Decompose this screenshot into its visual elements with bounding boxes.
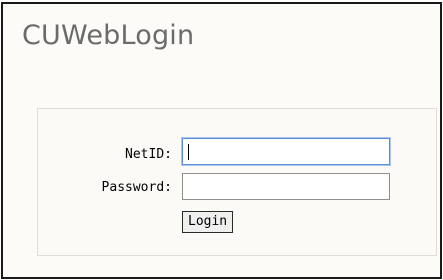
login-panel: NetID: Password: Login xyxy=(37,108,437,256)
app-title: CUWebLogin xyxy=(22,20,195,51)
password-label: Password: xyxy=(101,180,172,195)
netid-label: NetID: xyxy=(125,147,172,162)
login-button[interactable]: Login xyxy=(182,211,234,233)
netid-input[interactable] xyxy=(182,138,390,165)
text-caret xyxy=(188,144,189,160)
login-window: CUWebLogin NetID: Password: Login xyxy=(1,2,442,279)
password-input[interactable] xyxy=(182,173,390,200)
